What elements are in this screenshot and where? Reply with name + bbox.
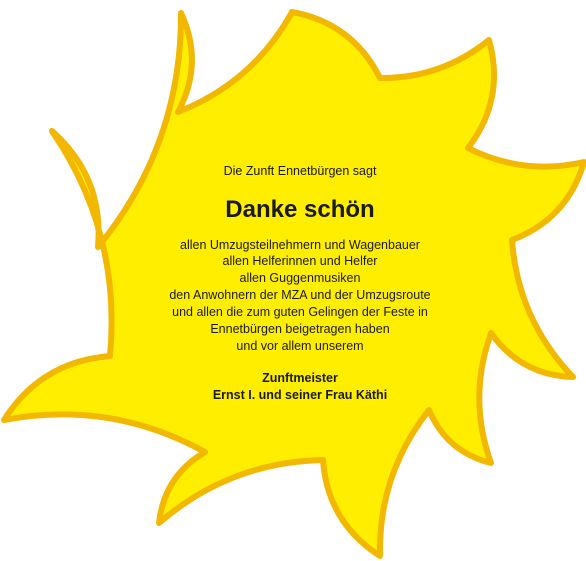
thanks-line-7: und vor allem unserem — [236, 339, 364, 353]
thanks-line-5: und allen die zum guten Gelingen der Fes… — [172, 305, 428, 319]
thanks-line-1: allen Umzugsteilnehmern und Wagenbauer — [180, 238, 420, 252]
thanks-line-2: allen Helferinnen und Helfer — [222, 254, 378, 268]
closing-names: Ernst I. und seiner Frau Käthi — [212, 388, 388, 402]
intro-text: Die Zunft Ennetbürgen sagt — [223, 164, 377, 178]
thanks-line-3: allen Guggenmusiken — [239, 271, 361, 285]
thanks-line-4: den Anwohnern der MZA und der Umzugsrout… — [169, 288, 431, 302]
thanks-line-6: Ennetbürgen beigetragen haben — [210, 322, 390, 336]
closing-title: Zunftmeister — [262, 371, 338, 385]
thank-you-card: Die Zunft Ennetbürgen sagt Danke schön a… — [0, 0, 586, 561]
card-title: Danke schön — [225, 196, 375, 223]
